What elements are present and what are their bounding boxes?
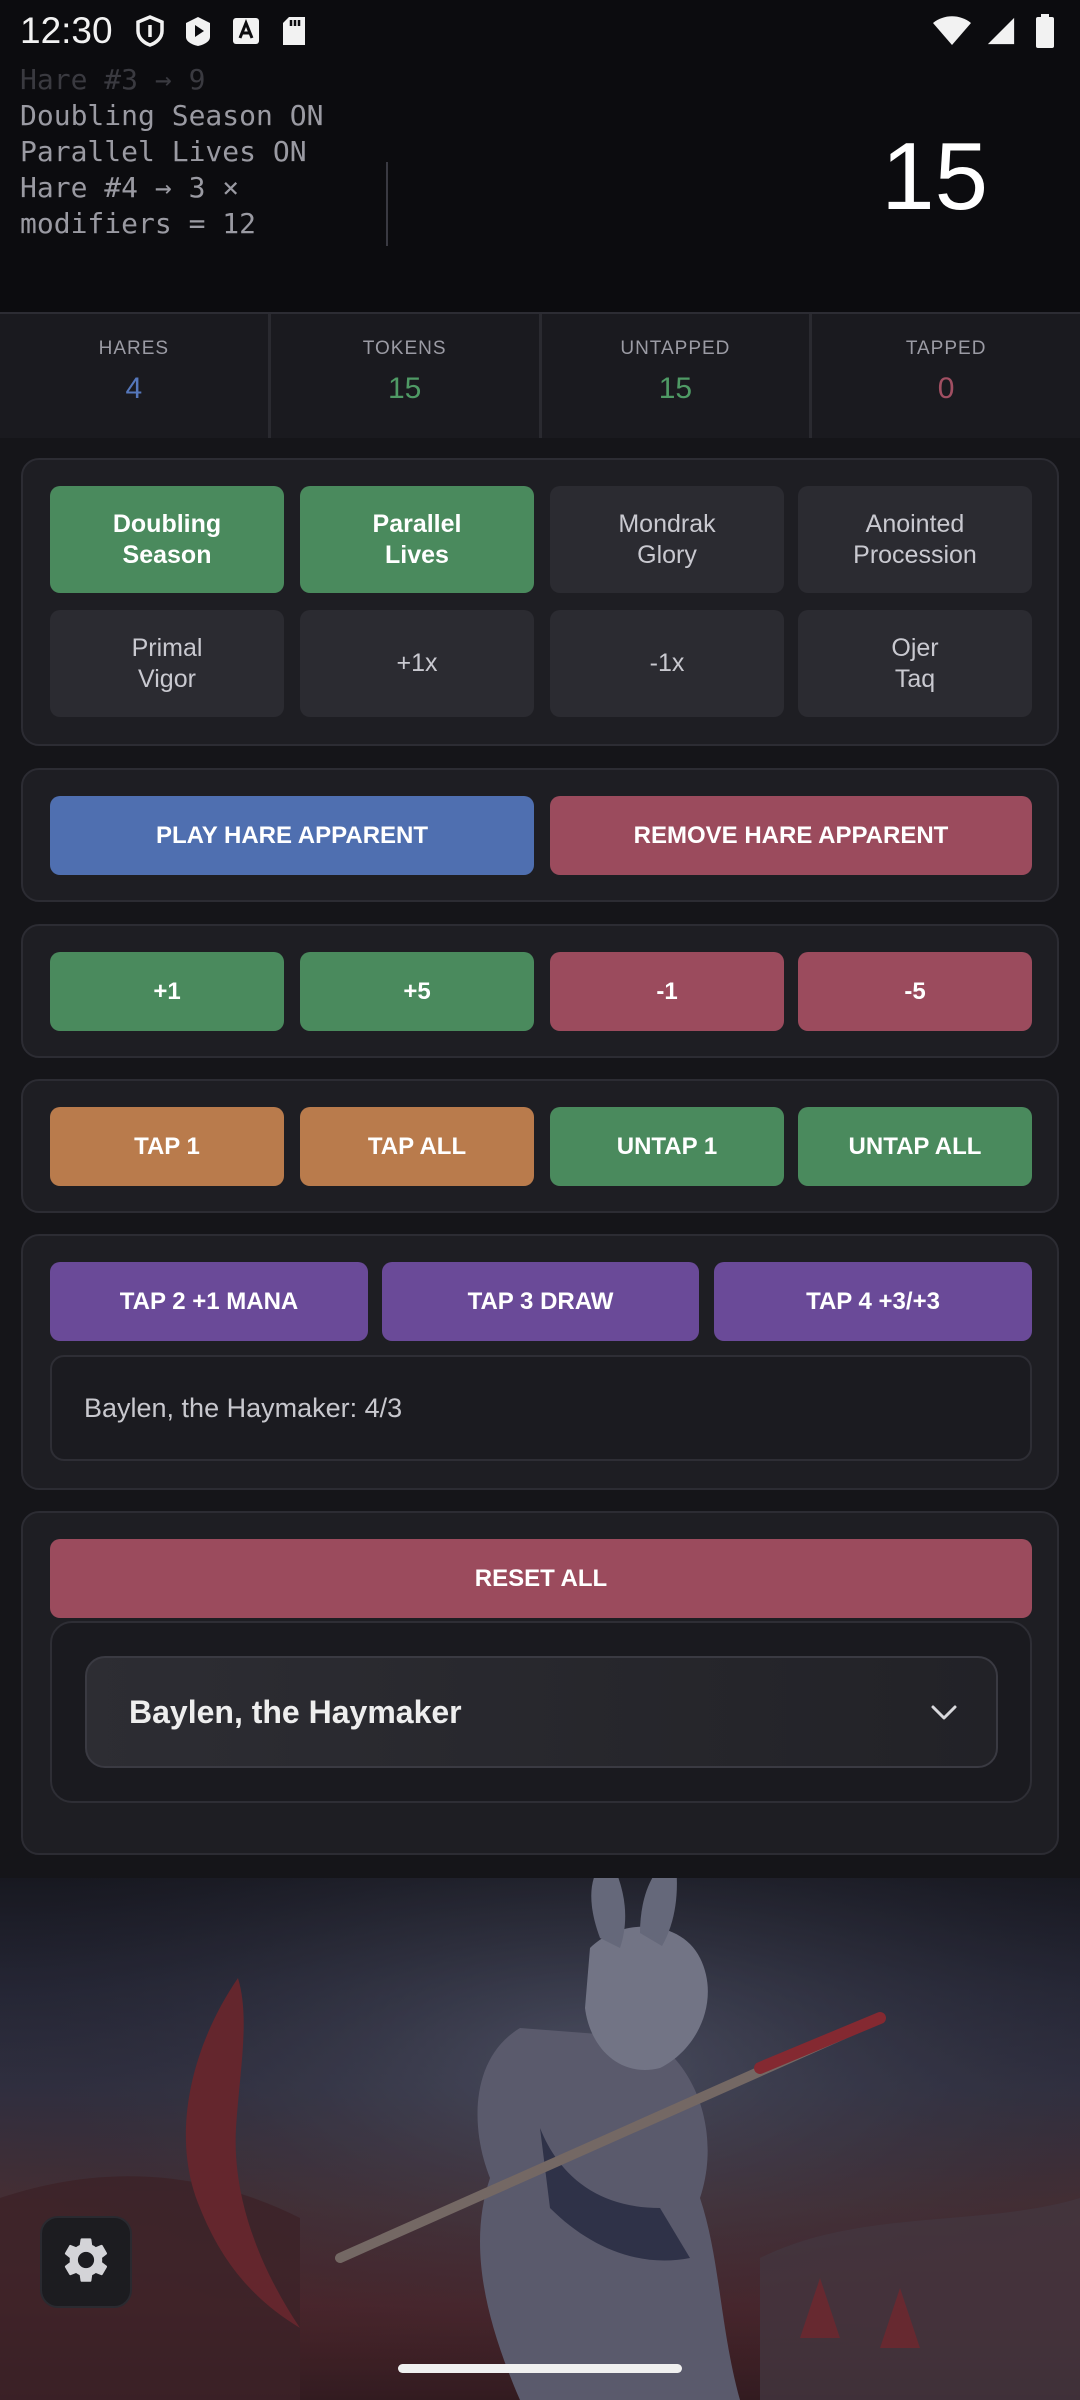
untap-all-button[interactable]: UNTAP ALL <box>798 1107 1032 1186</box>
log-line: Doubling Season ON <box>20 99 324 132</box>
signal-icon <box>986 14 1016 48</box>
stat-untapped: UNTAPPED 15 <box>542 314 813 438</box>
tap-4-pump-button[interactable]: TAP 4 +3/+3 <box>714 1262 1032 1341</box>
event-log[interactable]: Hare #3 → 9 Doubling Season ON Parallel … <box>20 62 380 252</box>
play-hare-button[interactable]: PLAY HARE APPARENT <box>50 796 534 875</box>
tap-1-button[interactable]: TAP 1 <box>50 1107 284 1186</box>
tap-panel: TAP 1 TAP ALL UNTAP 1 UNTAP ALL <box>21 1079 1059 1213</box>
status-icons-left <box>135 14 309 48</box>
modifier-ojer-taq[interactable]: Ojer Taq <box>798 610 1032 717</box>
subtract-5-button[interactable]: -5 <box>798 952 1032 1031</box>
stat-value: 0 <box>937 372 955 405</box>
log-line: modifiers = 12 <box>20 207 257 240</box>
hare-panel: PLAY HARE APPARENT REMOVE HARE APPARENT <box>21 768 1059 902</box>
settings-button[interactable] <box>40 2216 132 2308</box>
tap-3-draw-button[interactable]: TAP 3 DRAW <box>382 1262 699 1341</box>
wifi-icon <box>932 14 972 48</box>
modifiers-panel: Doubling Season Parallel Lives Mondrak G… <box>21 458 1059 746</box>
subtract-1-button[interactable]: -1 <box>550 952 784 1031</box>
stats-bar: HARES 4 TOKENS 15 UNTAPPED 15 TAPPED 0 <box>0 314 1080 438</box>
stat-value: 15 <box>658 372 693 405</box>
gear-icon <box>59 2233 113 2292</box>
commander-select[interactable]: Baylen, the Haymaker <box>85 1656 998 1768</box>
stat-label: TAPPED <box>905 338 987 359</box>
ability-panel: TAP 2 +1 MANA TAP 3 DRAW TAP 4 +3/+3 Bay… <box>21 1234 1059 1490</box>
commander-select-container: Baylen, the Haymaker <box>50 1621 1032 1803</box>
play-store-icon <box>183 14 213 48</box>
sd-card-icon <box>279 14 309 48</box>
counter-header: Hare #3 → 9 Doubling Season ON Parallel … <box>0 62 1080 314</box>
stat-label: HARES <box>98 338 170 359</box>
status-icons-right <box>932 14 1060 48</box>
add-5-button[interactable]: +5 <box>300 952 534 1031</box>
stat-label: TOKENS <box>362 338 447 359</box>
log-line: Hare #4 → 3 × <box>20 171 240 204</box>
chevron-down-icon <box>928 1696 960 1736</box>
log-line: Parallel Lives ON <box>20 135 307 168</box>
stat-label: UNTAPPED <box>620 338 731 359</box>
font-icon <box>231 14 261 48</box>
stat-hares: HARES 4 <box>0 314 271 438</box>
battery-icon <box>1030 14 1060 48</box>
modifier-primal-vigor[interactable]: Primal Vigor <box>50 610 284 717</box>
token-adjust-panel: +1 +5 -1 -5 <box>21 924 1059 1058</box>
commander-select-value: Baylen, the Haymaker <box>129 1693 462 1730</box>
add-1-button[interactable]: +1 <box>50 952 284 1031</box>
remove-hare-button[interactable]: REMOVE HARE APPARENT <box>550 796 1032 875</box>
reset-all-button[interactable]: RESET ALL <box>50 1539 1032 1618</box>
stat-value: 15 <box>387 372 422 405</box>
modifier-parallel-lives[interactable]: Parallel Lives <box>300 486 534 593</box>
divider <box>386 162 388 246</box>
untap-1-button[interactable]: UNTAP 1 <box>550 1107 784 1186</box>
tap-all-button[interactable]: TAP ALL <box>300 1107 534 1186</box>
stat-tokens: TOKENS 15 <box>271 314 542 438</box>
stat-tapped: TAPPED 0 <box>812 314 1080 438</box>
modifier-doubling-season[interactable]: Doubling Season <box>50 486 284 593</box>
shield-icon <box>135 14 165 48</box>
stat-value: 4 <box>125 372 143 405</box>
hare-warrior-illustration <box>0 1878 1080 2400</box>
status-time: 12:30 <box>20 10 113 51</box>
tap-2-mana-button[interactable]: TAP 2 +1 MANA <box>50 1262 368 1341</box>
commander-artwork <box>0 1878 1080 2400</box>
commander-power-readout: Baylen, the Haymaker: 4/3 <box>50 1355 1032 1461</box>
modifier-anointed-procession[interactable]: Anointed Procession <box>798 486 1032 593</box>
modifier-plus-1x[interactable]: +1x <box>300 610 534 717</box>
token-total: 15 <box>881 123 988 230</box>
modifier-mondrak-glory[interactable]: Mondrak Glory <box>550 486 784 593</box>
log-line: Hare #3 → 9 <box>20 63 206 96</box>
status-bar: 12:30 <box>0 0 1080 62</box>
home-indicator[interactable] <box>398 2364 682 2373</box>
modifier-minus-1x[interactable]: -1x <box>550 610 784 717</box>
commander-panel: RESET ALL Baylen, the Haymaker <box>21 1511 1059 1855</box>
